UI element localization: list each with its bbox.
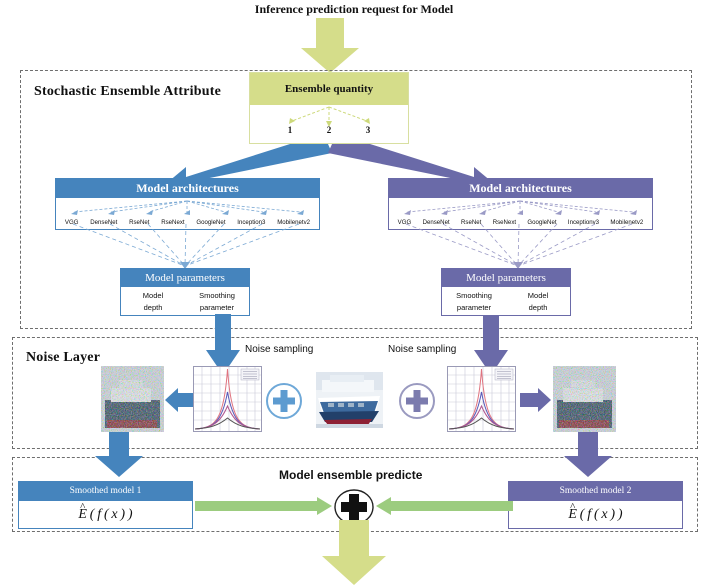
smoothed-model-1-card[interactable]: Smoothed model 1 ^ E ( f ( x ) ): [18, 481, 193, 529]
right-parameter-model-depth[interactable]: Model depth: [506, 287, 570, 315]
model-ensemble-predict-label: Model ensemble predicte: [279, 468, 423, 482]
left-noise-distribution-plot: [193, 366, 262, 432]
smoothed-model-1-formula: ^ E ( f ( x ) ): [78, 500, 133, 522]
ensemble-quantity-header: Ensemble quantity: [250, 73, 408, 105]
plus-circle-icon-left: [266, 383, 302, 419]
left-parameters-body: Model depth Smoothing parameter: [121, 287, 249, 315]
smoothed-model-1-formula-body: ^ E ( f ( x ) ): [19, 501, 192, 528]
right-architecture-converge-icon: [405, 223, 633, 269]
left-architectures-header: Model architectures: [56, 179, 319, 198]
ensemble-quantity-card[interactable]: Ensemble quantity 1 2 3: [249, 72, 409, 144]
right-noise-apply-arrow-icon: [520, 388, 551, 412]
final-output-arrow-icon: [322, 520, 386, 585]
left-parameter-model-depth[interactable]: Model depth: [121, 287, 185, 315]
right-noise-sampling-label: Noise sampling: [388, 344, 457, 355]
request-arrow-icon: [301, 18, 359, 73]
right-parameters-header: Model parameters: [442, 269, 570, 287]
right-parameter-smoothing[interactable]: Smoothing parameter: [442, 287, 506, 315]
right-ensemble-green-arrow-icon: [376, 497, 513, 515]
right-architectures-header: Model architectures: [389, 179, 652, 198]
left-smoothed-model-arrow-icon: [95, 432, 143, 477]
left-parameter-smoothing[interactable]: Smoothing parameter: [185, 287, 249, 315]
left-ensemble-green-arrow-icon: [195, 497, 332, 515]
section-title-noise-layer: Noise Layer: [26, 350, 101, 365]
left-noise-sampling-label: Noise sampling: [245, 344, 314, 355]
smoothed-model-2-label: Smoothed model 2: [509, 482, 682, 501]
left-model-parameters-card[interactable]: Model parameters Model depth Smoothing p…: [120, 268, 250, 316]
ensemble-option-1[interactable]: 1: [283, 125, 297, 135]
left-noisy-image: [101, 366, 164, 432]
page-title: Inference prediction request for Model: [254, 2, 454, 16]
clean-ship-image: [316, 372, 383, 428]
right-model-parameters-card[interactable]: Model parameters Smoothing parameter Mod…: [441, 268, 571, 316]
left-parameters-header: Model parameters: [121, 269, 249, 287]
smoothed-model-2-formula: ^ E ( f ( x ) ): [568, 500, 623, 522]
right-parameters-body: Smoothing parameter Model depth: [442, 287, 570, 315]
ensemble-quantity-options: 1 2 3: [250, 105, 408, 143]
smoothed-model-2-card[interactable]: Smoothed model 2 ^ E ( f ( x ) ): [508, 481, 683, 529]
ensemble-option-3[interactable]: 3: [361, 125, 375, 135]
diagram-canvas: Inference prediction request for Model S…: [0, 0, 708, 586]
section-title-stochastic: Stochastic Ensemble Attribute: [34, 84, 222, 99]
smoothed-model-2-formula-body: ^ E ( f ( x ) ): [509, 501, 682, 528]
left-architecture-converge-icon: [72, 223, 300, 269]
right-smoothed-model-arrow-icon: [564, 432, 612, 477]
plus-circle-icon-right: [399, 383, 435, 419]
smoothed-model-1-label: Smoothed model 1: [19, 482, 192, 501]
ensemble-option-2[interactable]: 2: [322, 125, 336, 135]
right-noise-distribution-plot: [447, 366, 516, 432]
right-noisy-image: [553, 366, 616, 432]
